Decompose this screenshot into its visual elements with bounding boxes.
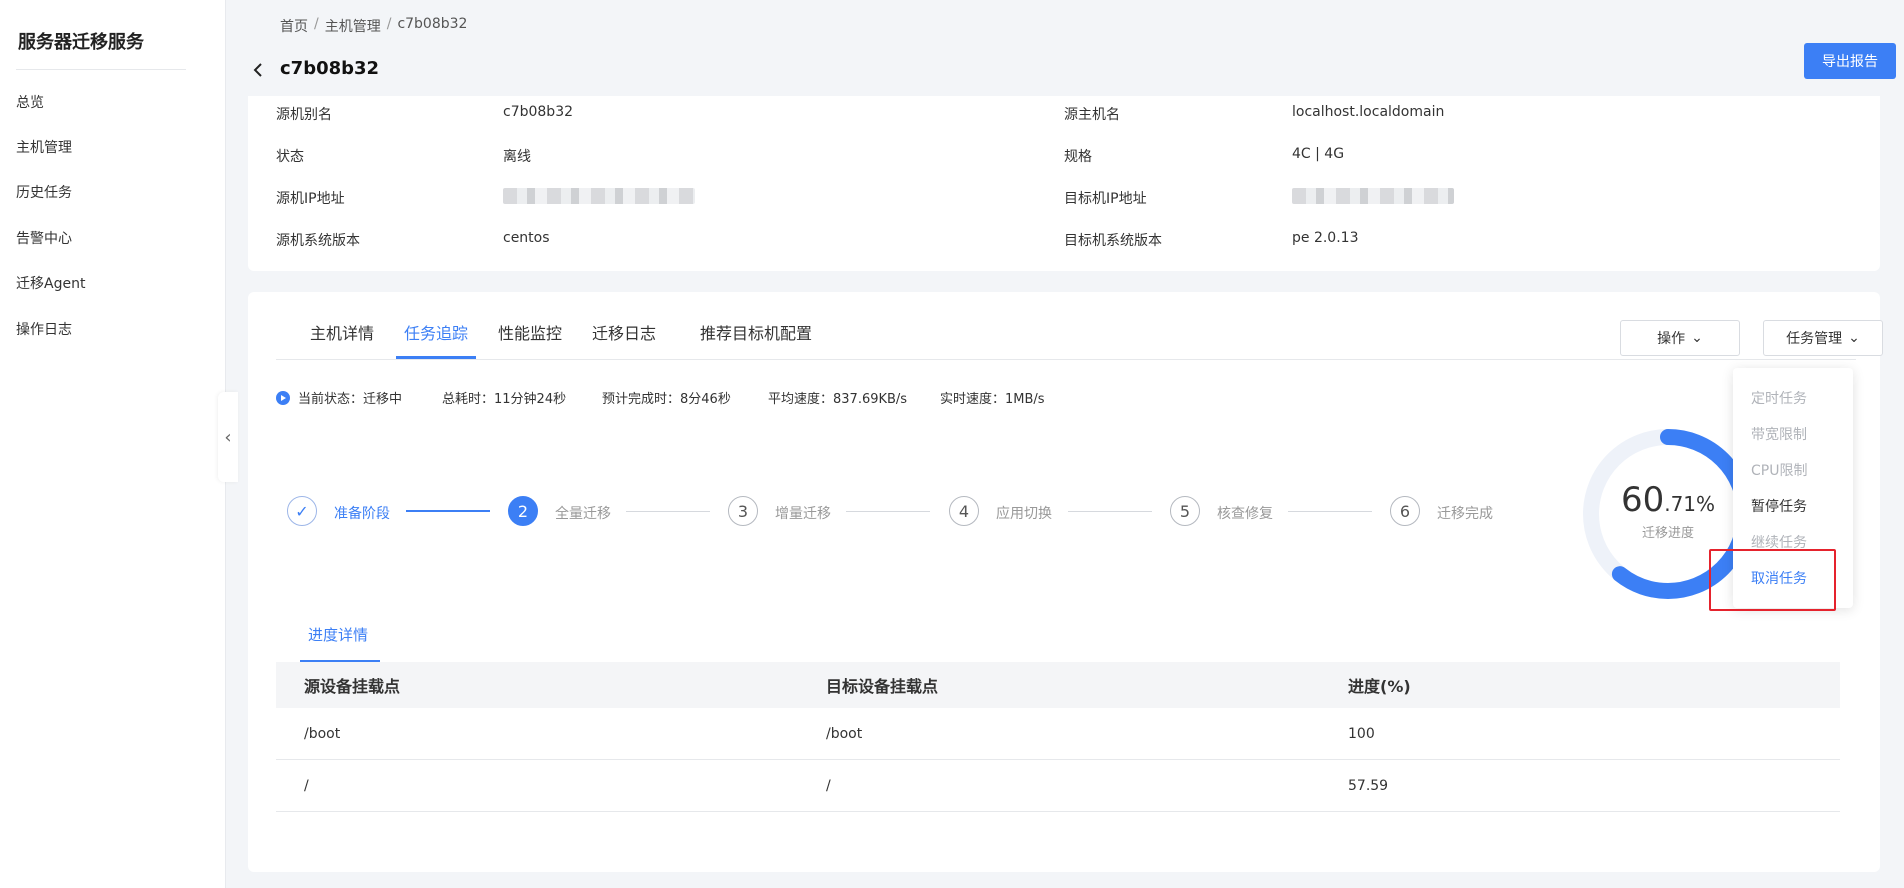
header-source-mount: 源设备挂载点 <box>304 677 401 696</box>
breadcrumb-current: c7b08b32 <box>397 16 468 32</box>
operate-label: 操作 <box>1657 331 1686 347</box>
tab-performance-monitor[interactable]: 性能监控 <box>498 320 562 344</box>
cell-source-mount: /boot <box>304 725 341 742</box>
source-ip-label: 源机IP地址 <box>276 191 345 207</box>
play-icon <box>276 390 290 405</box>
page-title: c7b08b32 <box>280 58 380 79</box>
source-alias-label: 源机别名 <box>276 107 332 123</box>
back-arrow-icon[interactable] <box>250 60 266 80</box>
step-2-circle: 2 <box>508 496 538 526</box>
cell-progress: 100 <box>1348 725 1375 742</box>
progress-label: 迁移进度 <box>1641 526 1694 541</box>
step-5-circle: 5 <box>1170 496 1200 526</box>
target-os-value: pe 2.0.13 <box>1292 230 1359 246</box>
step-3-circle: 3 <box>728 496 758 526</box>
table-row: /boot /boot 100 <box>276 708 1840 760</box>
sidebar: 服务器迁移服务 总览 主机管理 历史任务 告警中心 迁移Agent 操作日志 <box>0 0 226 888</box>
step-connector <box>406 510 490 512</box>
step-connector <box>626 511 710 512</box>
step-3-label: 增量迁移 <box>775 506 831 522</box>
step-2-label: 全量迁移 <box>555 506 611 522</box>
source-ip-redacted <box>503 188 695 204</box>
sidebar-item-operation-log[interactable]: 操作日志 <box>16 319 72 339</box>
annotation-highlight-box <box>1709 549 1836 611</box>
task-manage-dropdown-button[interactable]: 任务管理 ⌄ <box>1763 320 1883 356</box>
menu-item-bandwidth-limit[interactable]: 带宽限制 <box>1751 424 1807 444</box>
progress-int: 60 <box>1620 480 1665 520</box>
status-label: 状态 <box>276 149 304 165</box>
sidebar-item-host-management[interactable]: 主机管理 <box>16 137 72 157</box>
breadcrumb-home[interactable]: 首页 <box>280 16 308 36</box>
table-row: / / 57.59 <box>276 760 1840 812</box>
source-hostname-value: localhost.localdomain <box>1292 104 1445 120</box>
sidebar-divider <box>16 69 186 70</box>
header-progress: 进度(%) <box>1348 677 1411 696</box>
step-5-label: 核查修复 <box>1217 506 1273 522</box>
progress-table: 源设备挂载点 目标设备挂载点 进度(%) /boot /boot 100 / /… <box>276 662 1840 812</box>
step-4-label: 应用切换 <box>996 506 1052 522</box>
target-ip-redacted <box>1292 188 1454 204</box>
source-os-value: centos <box>503 230 550 246</box>
step-1-label: 准备阶段 <box>334 506 390 522</box>
tab-recommended-target-config[interactable]: 推荐目标机配置 <box>700 320 812 344</box>
tab-migration-log[interactable]: 迁移日志 <box>592 320 656 344</box>
app-title: 服务器迁移服务 <box>18 32 144 53</box>
breadcrumb-host-management[interactable]: 主机管理 <box>325 16 381 36</box>
spec-label: 规格 <box>1064 149 1092 165</box>
breadcrumb-separator: / <box>314 16 319 32</box>
spec-value: 4C | 4G <box>1292 146 1345 162</box>
progress-dec: .71% <box>1664 492 1716 516</box>
breadcrumb-separator: / <box>386 16 392 32</box>
step-connector <box>1288 511 1372 512</box>
step-4-circle: 4 <box>949 496 979 526</box>
current-status-text: 当前状态：迁移中 <box>298 392 403 407</box>
menu-item-pause-task[interactable]: 暂停任务 <box>1751 496 1807 516</box>
progress-readout: 60.71% 迁移进度 <box>1578 480 1758 541</box>
step-connector <box>846 511 930 512</box>
cell-source-mount: / <box>304 777 309 794</box>
task-tracking-card: 主机详情 任务追踪 性能监控 迁移日志 推荐目标机配置 操作 ⌄ 任务管理 ⌄ … <box>248 292 1883 872</box>
step-1-check-icon: ✓ <box>287 496 317 526</box>
step-6-circle: 6 <box>1390 496 1420 526</box>
progress-percentage: 60.71% <box>1578 480 1758 520</box>
menu-item-cpu-limit[interactable]: CPU限制 <box>1751 460 1807 480</box>
host-info-card: 源机别名 c7b08b32 状态 离线 源机IP地址 源机系统版本 centos… <box>248 96 1880 271</box>
active-tab-indicator <box>396 356 476 359</box>
menu-item-scheduled-task[interactable]: 定时任务 <box>1751 388 1807 408</box>
table-header: 源设备挂载点 目标设备挂载点 进度(%) <box>276 662 1840 708</box>
sidebar-item-migration-agent[interactable]: 迁移Agent <box>16 273 85 293</box>
average-speed: 平均速度：837.69KB/s <box>768 392 908 407</box>
tabs-bar: 主机详情 任务追踪 性能监控 迁移日志 推荐目标机配置 操作 ⌄ 任务管理 ⌄ <box>276 292 1883 360</box>
sidebar-item-alarm-center[interactable]: 告警中心 <box>16 228 72 248</box>
cell-progress: 57.59 <box>1348 777 1389 794</box>
tab-host-details[interactable]: 主机详情 <box>310 320 374 344</box>
header-target-mount: 目标设备挂载点 <box>826 677 939 696</box>
elapsed-time: 总耗时：11分钟24秒 <box>442 392 567 407</box>
sidebar-collapse-button[interactable]: ‹ <box>218 392 238 482</box>
tab-progress-details[interactable]: 进度详情 <box>308 624 368 645</box>
sidebar-item-history-tasks[interactable]: 历史任务 <box>16 182 72 202</box>
target-os-label: 目标机系统版本 <box>1064 233 1162 249</box>
cell-target-mount: /boot <box>826 725 863 742</box>
cell-target-mount: / <box>826 777 831 794</box>
target-ip-label: 目标机IP地址 <box>1064 191 1147 207</box>
tab-task-tracking[interactable]: 任务追踪 <box>404 320 468 344</box>
operate-dropdown-button[interactable]: 操作 ⌄ <box>1620 320 1740 356</box>
source-hostname-label: 源主机名 <box>1064 107 1120 123</box>
source-alias-value: c7b08b32 <box>503 104 574 120</box>
step-6-label: 迁移完成 <box>1437 506 1493 522</box>
estimated-completion: 预计完成时：8分46秒 <box>602 392 731 407</box>
realtime-speed: 实时速度：1MB/s <box>940 392 1045 407</box>
breadcrumb: 首页 / 主机管理 / c7b08b32 <box>280 16 467 36</box>
chevron-down-icon: ⌄ <box>1848 330 1860 346</box>
task-manage-label: 任务管理 <box>1786 331 1843 347</box>
export-report-button[interactable]: 导出报告 <box>1804 43 1896 79</box>
source-os-label: 源机系统版本 <box>276 233 360 249</box>
step-connector <box>1068 511 1152 512</box>
chevron-left-icon: ‹ <box>224 426 232 448</box>
chevron-down-icon: ⌄ <box>1691 330 1703 346</box>
status-value: 离线 <box>503 149 531 165</box>
sidebar-item-overview[interactable]: 总览 <box>16 92 44 112</box>
current-status: 当前状态：迁移中 <box>276 388 402 407</box>
